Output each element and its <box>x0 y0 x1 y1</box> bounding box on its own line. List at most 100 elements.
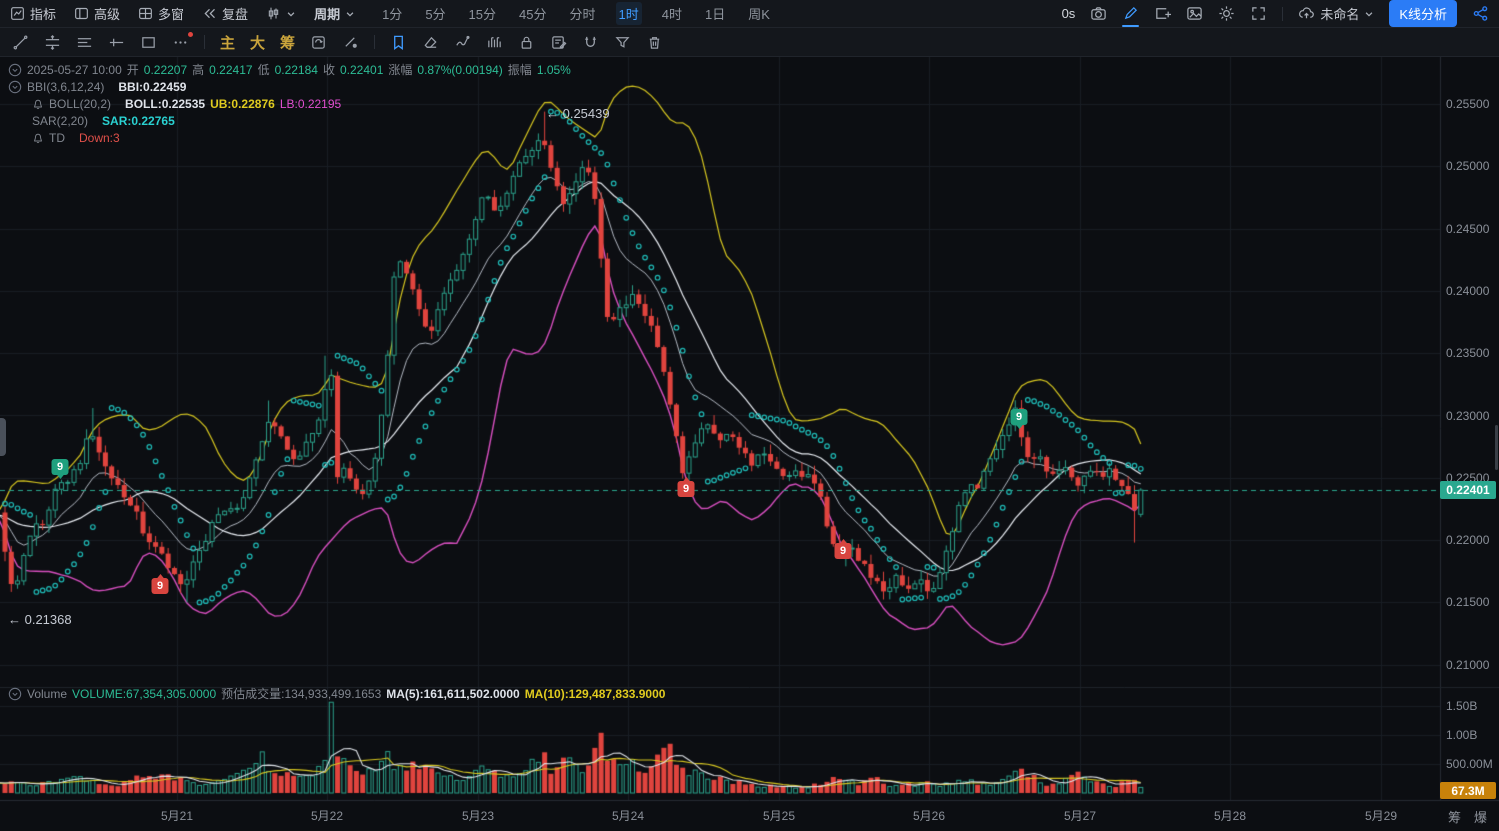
kline-analysis-button[interactable]: K线分析 <box>1389 0 1457 27</box>
volume-ma5-value: MA(5):161,611,502.0000 <box>386 686 520 701</box>
save-layout-dropdown[interactable]: 未命名 <box>1298 4 1374 23</box>
advanced-button[interactable]: 高级 <box>74 4 120 23</box>
collapse-chevron-icon[interactable] <box>8 80 22 94</box>
period-label: 周期 <box>314 7 341 22</box>
filter-funnel-tool-icon[interactable] <box>614 34 631 51</box>
volume-axis-label: 1.50B <box>1446 699 1478 713</box>
eraser-tool-icon[interactable] <box>422 34 439 51</box>
bbi-legend-row: BBI(3,6,12,24) BBI:0.22459 <box>8 78 571 95</box>
replay-rewind-icon <box>202 6 217 21</box>
period-tab-4时[interactable]: 4时 <box>659 2 685 25</box>
amplitude-value: 1.05% <box>536 62 571 77</box>
collapse-chevron-icon[interactable] <box>8 687 22 701</box>
period-tab-45分[interactable]: 45分 <box>516 2 549 25</box>
indicator-icon <box>10 6 25 21</box>
rectangle-tool-icon[interactable] <box>140 34 157 51</box>
volume-axis-label: 500.00M <box>1446 757 1493 771</box>
boll-name: BOLL(20,2) <box>49 96 112 111</box>
price-axis-label: 0.23000 <box>1446 408 1490 423</box>
close-value: 0.22401 <box>339 62 384 77</box>
td-value: Down:3 <box>79 130 120 145</box>
bottom-corner-toggle-1[interactable]: 筹 <box>1448 807 1461 826</box>
date-axis-label: 5月22 <box>310 809 344 823</box>
td-count-badge: 9 <box>51 459 69 475</box>
current-price-badge: 0.22401 <box>1440 481 1496 499</box>
kline-chart-canvas[interactable] <box>0 57 1499 831</box>
amplitude-label: 振幅 <box>507 63 532 77</box>
image-export-icon[interactable] <box>1186 5 1203 22</box>
estimated-volume-value: 预估成交量:134,933,499.1653 <box>221 687 382 701</box>
chevron-down-icon <box>1364 9 1374 19</box>
axis-scrollbar[interactable] <box>1495 425 1498 470</box>
trash-tool-icon[interactable] <box>646 34 663 51</box>
bottom-corner-toggle-2[interactable]: 爆 <box>1474 807 1487 826</box>
alert-bell-icon[interactable] <box>32 132 44 144</box>
settings-gear-icon[interactable] <box>1218 5 1235 22</box>
trend-line-tool-icon[interactable] <box>12 34 29 51</box>
chevron-down-icon <box>286 9 296 19</box>
sar-legend-row: SAR(2,20) SAR:0.22765 <box>32 112 571 129</box>
replay-label: 复盘 <box>222 7 249 22</box>
indicators-label: 指标 <box>30 7 57 22</box>
magnet-tool-icon[interactable] <box>582 34 599 51</box>
td-count-badge: 9 <box>151 578 169 594</box>
layout-name: 未命名 <box>1320 7 1360 22</box>
volume-name: Volume <box>27 686 68 701</box>
candle-chart-icon <box>266 6 281 21</box>
period-tab-1分[interactable]: 1分 <box>379 2 405 25</box>
candle-time: 2025-05-27 10:00 <box>27 62 122 77</box>
share-icon[interactable] <box>1472 5 1489 22</box>
multi-window-button[interactable]: 多窗 <box>138 4 184 23</box>
fullscreen-icon[interactable] <box>1250 5 1267 22</box>
chip-distribution-button[interactable]: 筹 <box>280 32 295 53</box>
period-tab-1时[interactable]: 1时 <box>615 2 642 25</box>
td-legend-row: TD Down:3 <box>32 129 571 146</box>
date-axis-label: 5月26 <box>912 809 946 823</box>
replay-button[interactable]: 复盘 <box>202 4 248 23</box>
note-edit-tool-icon[interactable] <box>550 34 567 51</box>
bar-pattern-tool-icon[interactable] <box>486 34 503 51</box>
main-chart-button[interactable]: 主 <box>220 32 235 53</box>
volume-ma10-value: MA(10):129,487,833.9000 <box>524 686 666 701</box>
divider <box>374 35 376 49</box>
bbi-name: BBI(3,6,12,24) <box>27 79 105 94</box>
divider <box>204 35 205 49</box>
period-tab-5分[interactable]: 5分 <box>422 2 448 25</box>
panel-drag-handle[interactable] <box>0 418 6 456</box>
period-tab-15分[interactable]: 15分 <box>466 2 499 25</box>
screenshot-camera-icon[interactable] <box>1090 5 1107 22</box>
td-count-badge: 9 <box>834 543 852 559</box>
period-tab-周K[interactable]: 周K <box>745 2 773 25</box>
add-panel-icon[interactable] <box>1154 5 1172 22</box>
low-price-annotation: ← 0.21368 <box>8 612 72 627</box>
large-view-button[interactable]: 大 <box>250 32 265 53</box>
freehand-pen-tool-icon[interactable] <box>454 34 471 51</box>
indicators-button[interactable]: 指标 <box>10 4 56 23</box>
collapse-chevron-icon[interactable] <box>8 63 22 77</box>
advanced-layout-icon <box>74 6 89 21</box>
boll-legend-row: BOLL(20,2) BOLL:0.22535 UB:0.22876 LB:0.… <box>32 95 571 112</box>
open-value: 0.22207 <box>143 62 188 77</box>
boll-lb-value: LB:0.22195 <box>279 96 342 111</box>
alert-bell-icon[interactable] <box>32 98 44 110</box>
period-dropdown[interactable]: 周期 <box>314 4 355 23</box>
price-axis-label: 0.24000 <box>1446 283 1490 298</box>
more-tools-icon[interactable] <box>172 31 193 51</box>
horizontal-lines-tool-icon[interactable] <box>76 34 93 51</box>
lock-tool-icon[interactable] <box>518 34 535 51</box>
volume-value: VOLUME:67,354,305.0000 <box>72 686 217 701</box>
timer: 0s <box>1061 6 1076 21</box>
draw-pencil-icon[interactable] <box>1122 5 1140 27</box>
brush-point-tool-icon[interactable] <box>342 34 359 51</box>
period-tabs: 1分 5分 15分 45分 分时 1时 4时 1日 周K <box>379 2 773 25</box>
chart-type-dropdown[interactable] <box>266 6 296 21</box>
bookmark-tool-icon[interactable] <box>390 34 407 51</box>
period-tab-分时[interactable]: 分时 <box>566 2 598 25</box>
period-tab-1日[interactable]: 1日 <box>702 2 728 25</box>
date-axis-label: 5月29 <box>1364 809 1398 823</box>
divider <box>1282 6 1284 21</box>
parallel-channel-tool-icon[interactable] <box>44 34 61 51</box>
compare-rotate-icon[interactable] <box>310 34 327 51</box>
horizontal-ray-tool-icon[interactable] <box>108 34 125 51</box>
price-axis-label: 0.21000 <box>1446 657 1490 672</box>
